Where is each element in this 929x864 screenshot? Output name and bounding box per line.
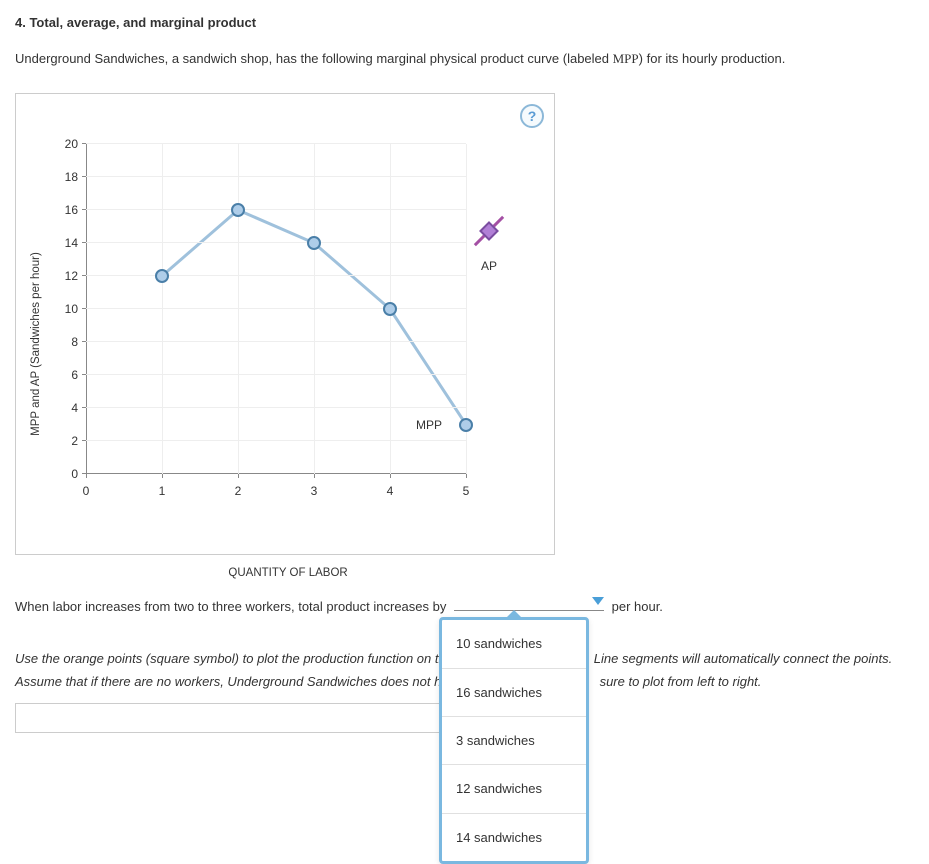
x-tick-label: 1 xyxy=(159,484,166,498)
x-tick-label: 0 xyxy=(83,484,90,498)
data-point[interactable] xyxy=(307,236,321,250)
x-tick-label: 2 xyxy=(235,484,242,498)
question-header: 4. Total, average, and marginal product xyxy=(15,15,914,30)
data-point[interactable] xyxy=(155,269,169,283)
y-axis-label: MPP and AP (Sandwiches per hour) xyxy=(30,252,42,436)
dropdown-menu[interactable]: 10 sandwiches16 sandwiches3 sandwiches12… xyxy=(439,617,589,864)
help-icon[interactable]: ? xyxy=(520,104,544,128)
mpp-abbrev: MPP xyxy=(613,51,639,66)
chevron-down-icon[interactable] xyxy=(592,597,604,605)
plot-area[interactable]: MPP 02468101214161820012345 xyxy=(86,144,466,474)
data-point[interactable] xyxy=(459,418,473,432)
instruction-part1: Use the orange points (square symbol) to… xyxy=(15,651,446,666)
dropdown-field[interactable]: 10 sandwiches16 sandwiches3 sandwiches12… xyxy=(454,595,604,611)
y-tick-label: 8 xyxy=(71,335,78,349)
x-axis-label: QUANTITY OF LABOR xyxy=(228,567,347,579)
dropdown-item[interactable]: 3 sandwiches xyxy=(442,717,586,765)
chart-panel: ? MPP and AP (Sandwiches per hour) MPP 0… xyxy=(15,93,555,555)
legend-label: AP xyxy=(454,259,524,273)
question-part1: When labor increases from two to three w… xyxy=(15,599,446,614)
chart-inner: MPP and AP (Sandwiches per hour) MPP 024… xyxy=(56,144,544,544)
instruction-part3: sure to plot from left to right. xyxy=(600,674,762,689)
y-tick-label: 20 xyxy=(65,137,78,151)
x-tick-label: 4 xyxy=(387,484,394,498)
diamond-icon xyxy=(479,221,499,241)
y-tick-label: 2 xyxy=(71,434,78,448)
y-tick-label: 10 xyxy=(65,302,78,316)
question-part2: per hour. xyxy=(612,599,663,614)
data-point[interactable] xyxy=(383,302,397,316)
x-tick-label: 3 xyxy=(311,484,318,498)
dropdown-item[interactable]: 10 sandwiches xyxy=(442,620,586,668)
x-tick-label: 5 xyxy=(463,484,470,498)
dropdown-item[interactable]: 16 sandwiches xyxy=(442,669,586,717)
series-label: MPP xyxy=(416,418,442,432)
y-tick-label: 4 xyxy=(71,401,78,415)
legend[interactable]: AP xyxy=(454,224,524,273)
intro-part1: Underground Sandwiches, a sandwich shop,… xyxy=(15,51,613,66)
dropdown-item[interactable]: 12 sandwiches xyxy=(442,765,586,813)
question-line: When labor increases from two to three w… xyxy=(15,595,914,618)
y-tick-label: 0 xyxy=(71,467,78,481)
intro-text: Underground Sandwiches, a sandwich shop,… xyxy=(15,50,914,68)
y-tick-label: 18 xyxy=(65,170,78,184)
y-tick-label: 12 xyxy=(65,269,78,283)
line-series xyxy=(86,144,466,474)
data-point[interactable] xyxy=(231,203,245,217)
y-tick-label: 14 xyxy=(65,236,78,250)
y-tick-label: 16 xyxy=(65,203,78,217)
y-tick-label: 6 xyxy=(71,368,78,382)
dropdown-item[interactable]: 14 sandwiches xyxy=(442,814,586,861)
intro-part2: ) for its hourly production. xyxy=(639,51,786,66)
